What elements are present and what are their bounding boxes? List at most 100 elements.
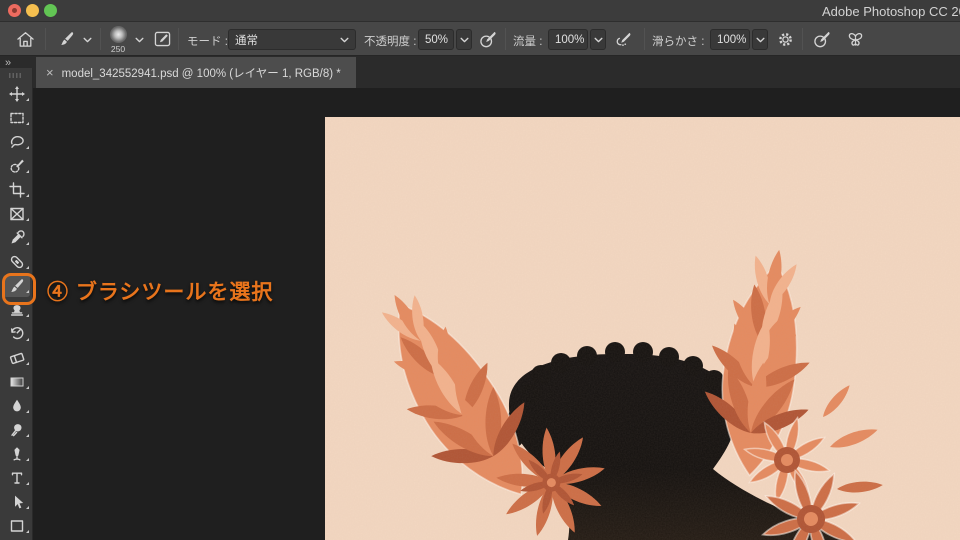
tool-eyedropper[interactable] <box>0 226 33 250</box>
smoothing-options-gear-button[interactable] <box>774 29 796 49</box>
blur-drop-icon <box>9 398 25 414</box>
tools-panel <box>0 68 33 540</box>
photo-grain-overlay <box>325 117 960 540</box>
flow-value-box[interactable]: 100% <box>548 29 588 50</box>
tool-dodge[interactable] <box>0 418 33 442</box>
chevron-down-icon <box>135 37 144 43</box>
window-title: Adobe Photoshop CC 20 <box>822 4 960 19</box>
paint-symmetry-button[interactable] <box>842 29 868 49</box>
smoothing-value-box[interactable]: 100% <box>710 29 750 50</box>
chevron-down-icon <box>460 37 469 43</box>
chevron-down-icon <box>83 37 92 43</box>
tool-history-brush[interactable] <box>0 322 33 346</box>
brush-size-value: 250 <box>110 44 126 54</box>
brush-tool-preset-button[interactable] <box>55 29 79 49</box>
toolbar-grip[interactable] <box>9 73 23 78</box>
gear-icon <box>778 32 793 47</box>
home-icon <box>16 31 35 48</box>
tool-rectangle-shape[interactable] <box>0 514 33 538</box>
tool-gradient[interactable] <box>0 370 33 394</box>
tool-crop[interactable] <box>0 178 33 202</box>
smoothing-label: 滑らかさ : <box>652 36 705 48</box>
tool-spot-healing-brush[interactable] <box>0 250 33 274</box>
soft-brush-preview-icon <box>109 26 127 43</box>
tool-lasso[interactable] <box>0 130 33 154</box>
divider <box>644 28 645 50</box>
flow-value: 100% <box>555 33 585 46</box>
eyedropper-icon <box>9 230 25 246</box>
blend-mode-select[interactable]: 通常 <box>228 29 356 50</box>
divider <box>505 28 506 50</box>
lasso-icon <box>9 134 25 150</box>
size-pressure-button[interactable] <box>810 29 834 49</box>
divider <box>100 28 101 50</box>
toggle-brush-settings-panel-button[interactable] <box>150 28 174 50</box>
frame-icon <box>9 206 25 222</box>
type-icon <box>9 470 25 486</box>
opacity-value-box[interactable]: 50% <box>418 29 454 50</box>
tool-frame[interactable] <box>0 202 33 226</box>
tool-clone-stamp[interactable] <box>0 298 33 322</box>
chevron-down-icon <box>594 37 603 43</box>
tool-blur[interactable] <box>0 394 33 418</box>
opacity-pressure-button[interactable] <box>476 29 500 49</box>
selection-arrow-icon <box>9 494 25 510</box>
marquee-icon <box>9 110 25 126</box>
pen-pressure-icon <box>479 31 497 48</box>
titlebar: Adobe Photoshop CC 20 <box>0 0 960 22</box>
options-bar: 250 モード : 通常 不透明度 : 50% 流量 : 100% 滑らかさ:… <box>0 22 960 56</box>
smoothing-chevron[interactable] <box>752 29 768 50</box>
brush-preset-picker[interactable]: 250 <box>104 26 132 54</box>
pen-icon <box>9 446 25 462</box>
tool-brush[interactable] <box>0 274 33 298</box>
airbrush-icon <box>616 32 632 47</box>
divider <box>178 28 179 50</box>
quick-selection-icon <box>9 158 25 174</box>
tool-preset-chevron[interactable] <box>81 35 93 45</box>
close-window-button[interactable] <box>8 4 21 17</box>
mode-label: モード : <box>187 36 228 48</box>
divider <box>45 28 46 50</box>
clone-stamp-icon <box>9 302 25 318</box>
flow-chevron[interactable] <box>590 29 606 50</box>
tool-move[interactable] <box>0 82 33 106</box>
brush-picker-chevron[interactable] <box>133 35 145 45</box>
eraser-icon <box>9 350 25 366</box>
tab-close-button[interactable]: × <box>46 66 54 79</box>
move-icon <box>9 86 25 102</box>
document-tab[interactable]: × model_342552941.psd @ 100% (レイヤー 1, RG… <box>36 57 356 88</box>
brush-icon <box>59 31 75 47</box>
step-annotation: ④ ブラシツールを選択 <box>47 281 274 304</box>
photoshop-window: Adobe Photoshop CC 20 250 モード : 通常 不透明度 … <box>0 0 960 540</box>
home-button[interactable] <box>12 29 38 49</box>
tool-pen[interactable] <box>0 442 33 466</box>
canvas-workspace <box>34 88 960 540</box>
minimize-window-button[interactable] <box>26 4 39 17</box>
tool-eraser[interactable] <box>0 346 33 370</box>
divider <box>802 28 803 50</box>
tool-path-selection[interactable] <box>0 490 33 514</box>
opacity-label: 不透明度 : <box>364 36 417 48</box>
blend-mode-value: 通常 <box>235 34 258 47</box>
opacity-chevron[interactable] <box>456 29 472 50</box>
opacity-value: 50% <box>425 33 449 46</box>
rectangle-shape-icon <box>9 518 25 534</box>
tab-title: model_342552941.psd @ 100% (レイヤー 1, RGB/… <box>61 67 341 80</box>
tool-type[interactable] <box>0 466 33 490</box>
brush-settings-panel-icon <box>154 31 171 47</box>
chevron-down-icon <box>340 37 349 43</box>
history-brush-icon <box>9 326 25 342</box>
zoom-window-button[interactable] <box>44 4 57 17</box>
chevron-down-icon <box>756 37 765 43</box>
flow-label: 流量 : <box>513 36 543 48</box>
dodge-icon <box>9 422 25 438</box>
gradient-icon <box>9 374 25 390</box>
crop-icon <box>9 182 25 198</box>
document-canvas-photo[interactable] <box>325 117 960 540</box>
symmetry-butterfly-icon <box>847 32 864 47</box>
airbrush-button[interactable] <box>612 29 636 49</box>
tool-quick-selection[interactable] <box>0 154 33 178</box>
brush-icon <box>9 278 25 294</box>
tool-rectangular-marquee[interactable] <box>0 106 33 130</box>
healing-brush-icon <box>9 254 25 270</box>
